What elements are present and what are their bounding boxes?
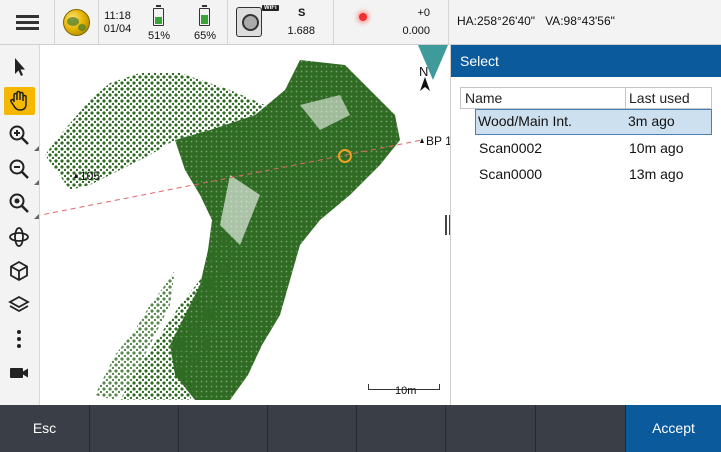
layers-button[interactable] [4, 291, 35, 319]
esc-button[interactable]: Esc [0, 405, 90, 452]
list-item[interactable]: Scan0000 13m ago [460, 161, 712, 187]
pan-hand-icon [10, 90, 27, 111]
softkey-empty [446, 405, 536, 452]
instrument-mode: S [298, 7, 306, 19]
cube-view-icon [10, 260, 28, 282]
select-arrow-icon [15, 58, 25, 76]
instrument-value: 1.688 [287, 25, 315, 37]
softkey-empty [179, 405, 268, 452]
row-last-used: 3m ago [628, 113, 675, 129]
battery-2-percent: 65% [193, 30, 217, 42]
panel-title: Select [451, 45, 721, 77]
view-cube-button[interactable] [4, 257, 35, 285]
softkey-empty [357, 405, 446, 452]
video-button[interactable] [4, 359, 35, 387]
total-station-icon [236, 7, 262, 37]
softkey-empty [268, 405, 357, 452]
north-arrow-icon[interactable] [420, 77, 430, 91]
pan-tool-button[interactable] [4, 87, 35, 115]
scale-label: 10m [395, 385, 417, 397]
gnss-status-button[interactable] [55, 0, 99, 44]
accept-button[interactable]: Accept [626, 405, 721, 452]
select-panel: Select Name Last used Wood/Main Int. 3m … [450, 45, 721, 405]
battery-1[interactable]: 51% [136, 0, 182, 44]
battery-1-percent: 51% [147, 30, 171, 42]
laser-pointer-icon [359, 13, 367, 21]
wifi-badge: WiFi [262, 5, 279, 11]
zoom-extents-icon [9, 193, 29, 213]
battery-2[interactable]: 65% [182, 0, 228, 44]
more-tools-button[interactable] [4, 325, 35, 353]
row-name: Scan0002 [479, 140, 543, 156]
point-cloud-map[interactable] [0, 45, 450, 405]
battery-icon [199, 5, 210, 26]
point-label-bp: BP 1 [426, 134, 450, 148]
layers-icon [8, 295, 30, 313]
list-header: Name Last used [460, 87, 712, 109]
list-item[interactable]: Scan0002 10m ago [460, 135, 712, 161]
zoom-in-button[interactable] [4, 121, 39, 151]
softkey-bar: Esc Accept [0, 405, 721, 452]
orbit-icon [9, 227, 29, 247]
video-camera-icon [10, 368, 28, 378]
orbit-button[interactable] [4, 223, 35, 251]
row-last-used: 10m ago [629, 140, 684, 156]
status-bar: 11:18 01/04 51% 65% WiFi S 1.688 +0 0.00… [0, 0, 721, 45]
date-text: 01/04 [103, 23, 132, 35]
map-toolbar [0, 45, 40, 405]
instrument-status-button[interactable]: WiFi S 1.688 [228, 0, 334, 44]
clock: 11:18 01/04 [99, 0, 136, 44]
row-last-used: 13m ago [629, 166, 684, 182]
zoom-extents-button[interactable] [4, 189, 39, 219]
point-label-105: 105 [80, 169, 101, 183]
select-tool-button[interactable] [4, 53, 35, 81]
zoom-out-button[interactable] [4, 155, 39, 185]
time-text: 11:18 [104, 10, 131, 22]
globe-icon [63, 9, 90, 36]
target-height: 0.000 [402, 25, 430, 37]
softkey-empty [90, 405, 179, 452]
esc-label: Esc [32, 420, 57, 436]
menu-button[interactable] [0, 0, 55, 44]
column-header-last-used[interactable]: Last used [629, 90, 690, 106]
row-name: Wood/Main Int. [478, 113, 572, 129]
row-name: Scan0000 [479, 166, 543, 182]
angle-readout: HA:258°26'40" VA:98°43'56" [457, 14, 615, 28]
zoom-in-icon [9, 125, 29, 145]
column-divider[interactable] [625, 88, 626, 109]
target-status-button[interactable]: +0 0.000 [334, 0, 449, 44]
battery-icon [153, 5, 164, 26]
more-vertical-icon [17, 330, 21, 348]
column-header-name[interactable]: Name [465, 90, 502, 106]
accept-label: Accept [652, 420, 695, 436]
scan-list: Name Last used Wood/Main Int. 3m ago Sca… [460, 87, 712, 187]
map-view[interactable]: 105 BP 1 [0, 45, 450, 405]
point-marker-bp[interactable] [420, 138, 424, 143]
list-item[interactable]: Wood/Main Int. 3m ago [475, 109, 712, 135]
north-label: N [419, 64, 429, 79]
target-offset: +0 [417, 7, 430, 19]
app-window: 11:18 01/04 51% 65% WiFi S 1.688 +0 0.00… [0, 0, 721, 452]
zoom-out-icon [9, 159, 29, 179]
softkey-empty [536, 405, 626, 452]
